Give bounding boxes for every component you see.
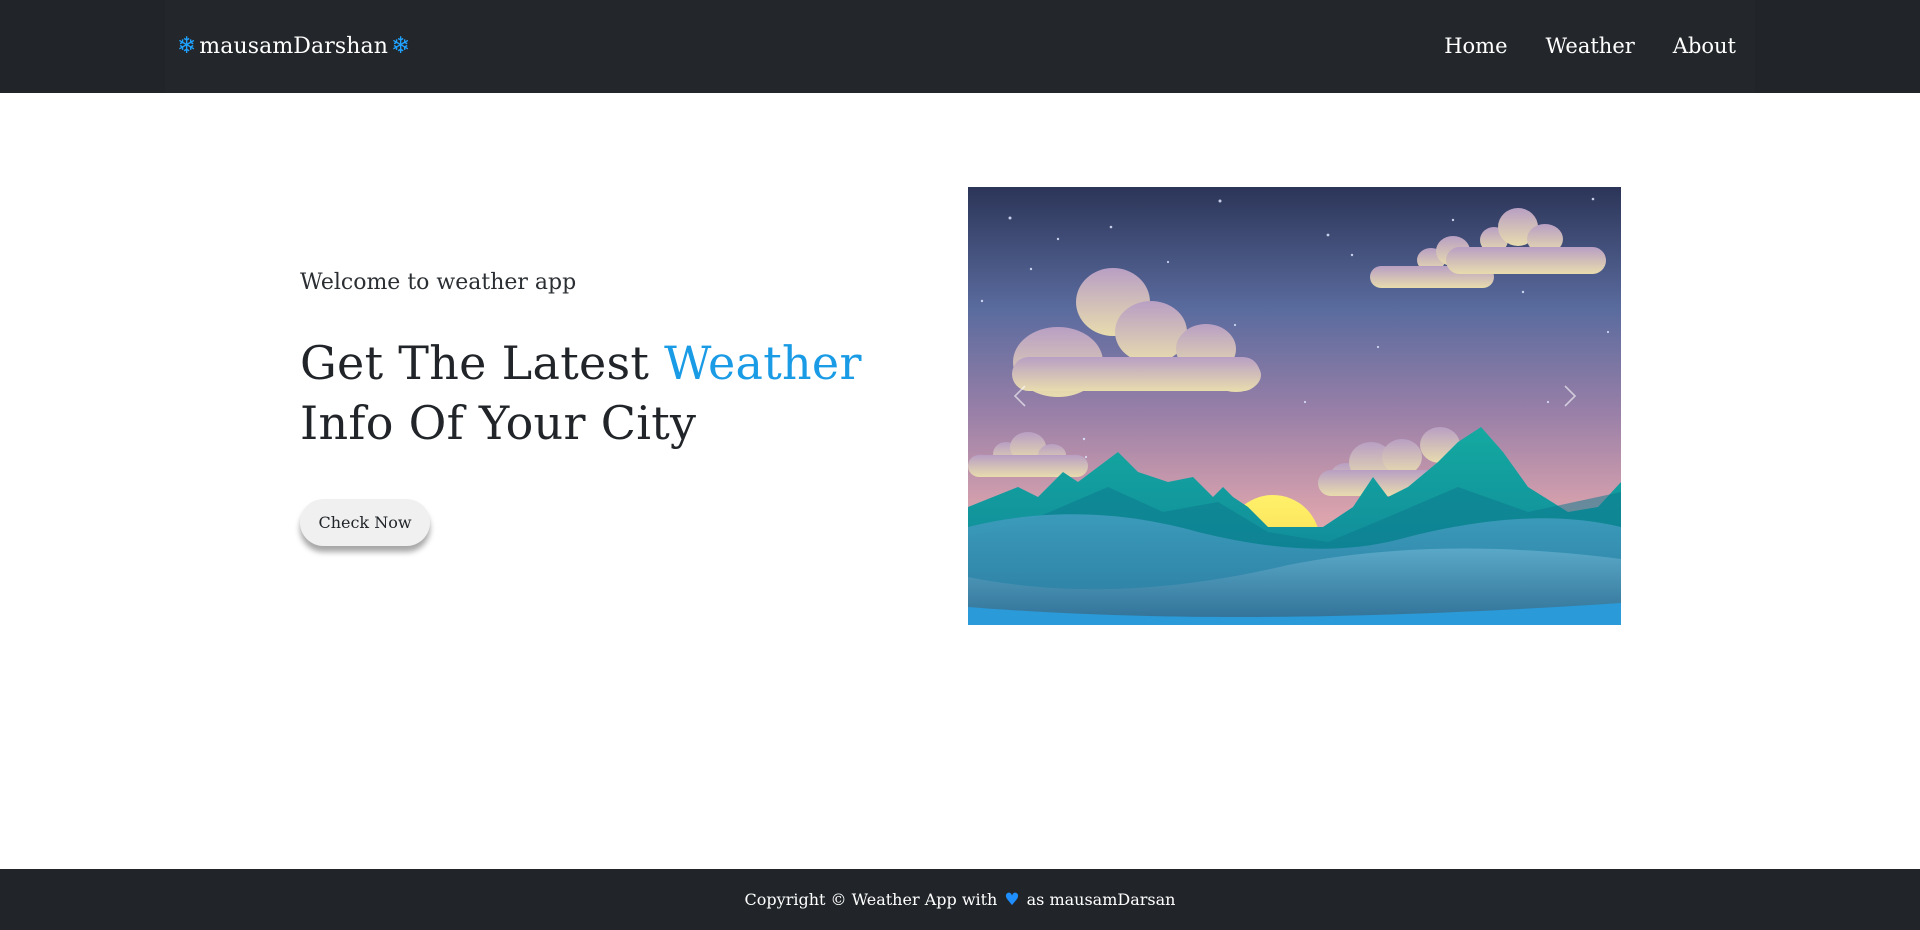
- check-now-button[interactable]: Check Now: [300, 499, 430, 546]
- headline-part-2: Info Of Your City: [300, 396, 697, 450]
- brand-name: mausamDarshan: [199, 33, 389, 59]
- carousel-next-button[interactable]: [1555, 381, 1585, 411]
- headline-part-1: Get The Latest: [300, 336, 650, 390]
- hero-carousel: [968, 187, 1621, 625]
- footer: Copyright © Weather App with ♥ as mausam…: [0, 869, 1920, 930]
- nav-home-link[interactable]: Home: [1444, 34, 1507, 58]
- heart-icon: ♥: [1004, 889, 1020, 910]
- carousel-prev-button[interactable]: [1005, 381, 1035, 411]
- navbar: ❄ mausamDarshan ❄ Home Weather About: [0, 0, 1920, 93]
- nav-weather-link[interactable]: Weather: [1546, 34, 1635, 58]
- snowflake-icon: ❄: [177, 32, 197, 59]
- nav-links: Home Weather About: [1444, 28, 1736, 64]
- chevron-left-icon: [1013, 385, 1026, 407]
- footer-author: as mausamDarsan: [1026, 890, 1176, 909]
- hero-headline: Get The Latest Weather Info Of Your City: [300, 333, 960, 453]
- nav-about-link[interactable]: About: [1673, 34, 1736, 58]
- snowflake-icon: ❄: [391, 32, 411, 59]
- brand-link[interactable]: ❄ mausamDarshan ❄: [177, 28, 410, 64]
- welcome-text: Welcome to weather app: [300, 270, 577, 295]
- footer-copyright: Copyright © Weather App with: [744, 890, 998, 909]
- chevron-right-icon: [1564, 385, 1577, 407]
- headline-accent: Weather: [664, 336, 862, 390]
- mountain-sunset-illustration: [968, 187, 1621, 625]
